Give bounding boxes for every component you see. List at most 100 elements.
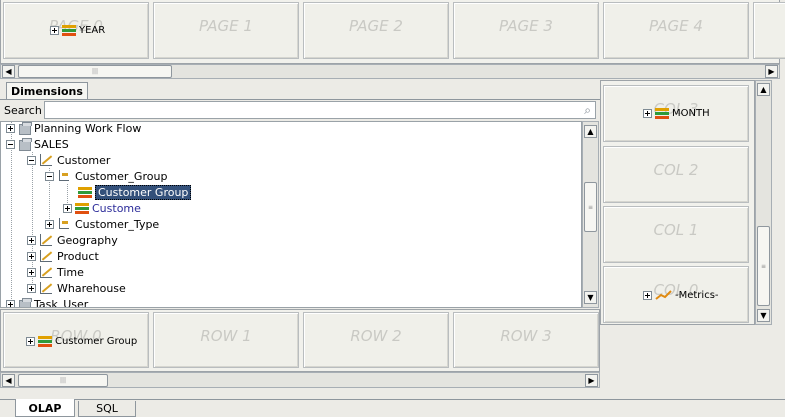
tree-item-wharehouse[interactable]: Wharehouse <box>27 280 126 296</box>
col-slot-2-watermark: COL 2 <box>653 161 699 179</box>
level-icon <box>57 170 71 182</box>
page-slot-4-watermark: PAGE 4 <box>649 17 703 35</box>
hierarchy-icon <box>78 186 92 198</box>
page-slot-5[interactable] <box>753 2 785 59</box>
tree-item-label: Planning Work Flow <box>34 121 142 135</box>
expand-icon[interactable] <box>27 283 36 293</box>
tree-item-customer-group-level[interactable]: Customer_Group <box>45 168 167 184</box>
customer-group-chip[interactable]: Customer Group <box>26 336 137 347</box>
year-label: YEAR <box>79 25 106 36</box>
row-slot-1-watermark: ROW 1 <box>200 327 252 345</box>
tree-scroll-thumb[interactable]: ≡ <box>584 182 597 232</box>
page-slot-0[interactable]: PAGE 0 YEAR <box>3 2 149 59</box>
page-slot-2-watermark: PAGE 2 <box>349 17 403 35</box>
metrics-icon <box>655 290 672 300</box>
col-slot-2[interactable]: COL 2 <box>603 146 749 203</box>
page-slot-4[interactable]: PAGE 4 <box>603 2 749 59</box>
expand-icon[interactable] <box>643 290 652 300</box>
cube-icon <box>18 122 32 135</box>
tab-olap[interactable]: OLAP <box>15 399 75 417</box>
month-label: MONTH <box>672 108 710 119</box>
col-slot-1-watermark: COL 1 <box>653 221 699 239</box>
tree-item-label: Time <box>57 265 84 279</box>
expand-icon[interactable] <box>27 251 36 261</box>
col-slot-0[interactable]: COL 0 -Metrics- <box>603 266 749 323</box>
dimension-icon <box>39 153 53 167</box>
tree-item-product[interactable]: Product <box>27 248 99 264</box>
page-slot-1-watermark: PAGE 1 <box>199 17 253 35</box>
hierarchy-icon <box>75 202 89 214</box>
scroll-right-arrow-icon[interactable]: ▶ <box>765 65 778 78</box>
pages-scroll-thumb[interactable]: ||| <box>18 65 172 78</box>
tab-sql-label: SQL <box>96 402 118 415</box>
tree-item-customer-type[interactable]: Customer_Type <box>45 216 159 232</box>
expand-icon[interactable] <box>26 337 35 346</box>
page-slot-1[interactable]: PAGE 1 <box>153 2 299 59</box>
hierarchy-icon <box>655 108 669 119</box>
expand-icon[interactable] <box>50 26 59 35</box>
rows-scroll-thumb[interactable]: ||| <box>18 374 108 387</box>
dimensions-tab-line <box>0 99 600 100</box>
tree-item-custome[interactable]: Custome <box>63 200 141 216</box>
row-slot-2-watermark: ROW 2 <box>350 327 402 345</box>
metrics-label: -Metrics- <box>675 289 719 301</box>
tree-item-geography[interactable]: Geography <box>27 232 118 248</box>
col-slot-3[interactable]: COL 3 MONTH <box>603 85 749 142</box>
tree-item-task-user[interactable]: Task_User <box>6 296 89 308</box>
expand-icon[interactable] <box>27 235 36 245</box>
month-dimension-chip[interactable]: MONTH <box>643 108 710 119</box>
dimension-icon <box>39 265 53 279</box>
cube-icon <box>18 138 32 151</box>
dimension-icon <box>39 233 53 247</box>
tree-item-label: Custome <box>92 201 141 215</box>
tree-item-label: Task_User <box>34 297 89 308</box>
scroll-left-arrow-icon[interactable]: ◀ <box>2 374 15 387</box>
row-slot-3[interactable]: ROW 3 <box>453 312 599 368</box>
tree-item-time[interactable]: Time <box>27 264 84 280</box>
expand-icon[interactable] <box>6 123 15 133</box>
page-slot-2[interactable]: PAGE 2 <box>303 2 449 59</box>
tab-dimensions[interactable]: Dimensions <box>6 82 88 100</box>
col-slot-1[interactable]: COL 1 <box>603 206 749 263</box>
expand-icon[interactable] <box>6 299 15 307</box>
cube-icon <box>18 298 32 307</box>
scroll-down-arrow-icon[interactable]: ▼ <box>584 291 597 304</box>
tree-item-sales[interactable]: SALES <box>6 136 69 152</box>
dimensions-tree: Planning Work Flow SALES Customer Custom… <box>0 121 582 308</box>
search-field[interactable]: ⌕ <box>44 101 596 119</box>
collapse-icon[interactable] <box>27 155 36 165</box>
metrics-chip[interactable]: -Metrics- <box>643 289 719 301</box>
scroll-left-arrow-icon[interactable]: ◀ <box>2 65 15 78</box>
page-slot-3[interactable]: PAGE 3 <box>453 2 599 59</box>
tab-sql[interactable]: SQL <box>78 401 136 417</box>
year-dimension-chip[interactable]: YEAR <box>50 25 105 36</box>
tree-item-customer[interactable]: Customer <box>27 152 110 168</box>
dimension-icon <box>39 249 53 263</box>
tree-item-planning-work-flow[interactable]: Planning Work Flow <box>6 121 142 136</box>
collapse-icon[interactable] <box>6 139 15 149</box>
expand-icon[interactable] <box>63 203 72 213</box>
row-slot-1[interactable]: ROW 1 <box>153 312 299 368</box>
scroll-up-arrow-icon[interactable]: ▲ <box>757 83 770 96</box>
tab-dimensions-label: Dimensions <box>11 85 83 98</box>
expand-icon[interactable] <box>643 109 652 118</box>
expand-icon[interactable] <box>45 219 54 229</box>
scroll-up-arrow-icon[interactable]: ▲ <box>584 125 597 138</box>
tree-item-label: Customer <box>57 153 111 167</box>
scroll-down-arrow-icon[interactable]: ▼ <box>757 309 770 322</box>
row-slot-2[interactable]: ROW 2 <box>303 312 449 368</box>
search-label: Search <box>4 104 42 117</box>
search-icon[interactable]: ⌕ <box>584 103 591 118</box>
columns-scroll-thumb[interactable]: ≡ <box>757 226 770 306</box>
page-slot-3-watermark: PAGE 3 <box>499 17 553 35</box>
collapse-icon[interactable] <box>45 171 54 181</box>
expand-icon[interactable] <box>27 267 36 277</box>
tree-item-customer-group-hierarchy[interactable]: Customer Group <box>78 184 192 200</box>
row-slot-0[interactable]: ROW 0 Customer Group <box>3 312 149 368</box>
tree-item-label: SALES <box>34 137 69 151</box>
tree-item-label: Customer_Group <box>75 169 168 183</box>
scroll-right-arrow-icon[interactable]: ▶ <box>585 374 598 387</box>
search-input[interactable] <box>47 103 571 119</box>
row-slot-3-watermark: ROW 3 <box>500 327 552 345</box>
level-icon <box>57 218 71 230</box>
